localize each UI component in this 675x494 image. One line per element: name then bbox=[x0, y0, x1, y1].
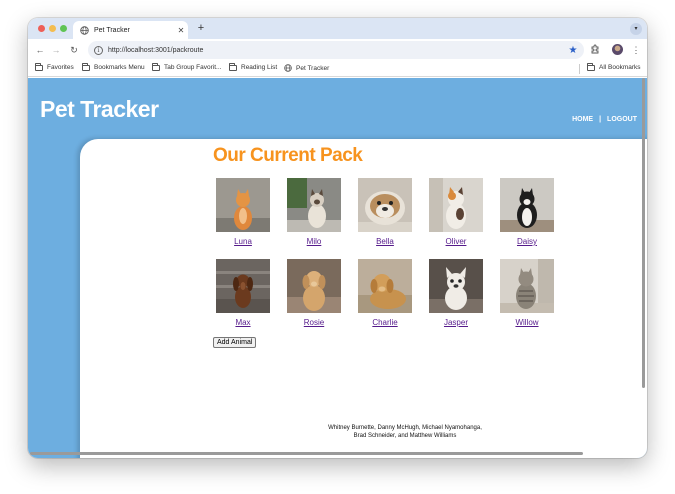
bookmark-label: Tab Group Favorit... bbox=[164, 64, 222, 71]
bookmark-all-bookmarks[interactable]: All Bookmarks bbox=[587, 62, 641, 71]
pet-card: Jasper bbox=[429, 259, 483, 327]
tuxedo-cat-photo[interactable] bbox=[500, 178, 554, 232]
bookmark-label: Reading List bbox=[241, 64, 278, 71]
profile-avatar-icon[interactable] bbox=[612, 44, 623, 55]
pet-link-rosie[interactable]: Rosie bbox=[287, 318, 341, 327]
browser-window: Pet Tracker ✕ + ▾ ← → ↻ i http://localho… bbox=[28, 18, 647, 458]
reload-icon[interactable]: ↻ bbox=[68, 44, 80, 56]
nav-home-link[interactable]: HOME bbox=[572, 116, 593, 123]
pet-card: Milo bbox=[287, 178, 341, 246]
more-menu-icon[interactable]: ⋮ bbox=[630, 44, 642, 56]
page-title: Our Current Pack bbox=[213, 145, 363, 166]
close-tab-icon[interactable]: ✕ bbox=[174, 26, 188, 35]
bookmark-label: Bookmarks Menu bbox=[94, 64, 145, 71]
top-nav: HOME | LOGOUT bbox=[572, 116, 637, 123]
tab-strip: Pet Tracker ✕ + ▾ bbox=[28, 18, 647, 39]
folder-icon bbox=[82, 62, 90, 71]
pet-card: Charlie bbox=[358, 259, 412, 327]
siamese-cat-photo[interactable] bbox=[287, 178, 341, 232]
bookmark-reading-list[interactable]: Reading List bbox=[229, 62, 278, 71]
pet-card: Rosie bbox=[287, 259, 341, 327]
address-bar[interactable]: i http://localhost:3001/packroute ★ bbox=[88, 41, 584, 59]
bookmark-label: Favorites bbox=[47, 64, 74, 71]
pet-link-charlie[interactable]: Charlie bbox=[358, 318, 412, 327]
footer-credits: Whitney Burnette, Danny McHugh, Michael … bbox=[280, 424, 530, 440]
bookmark-favorites[interactable]: Favorites bbox=[35, 62, 74, 71]
url-text[interactable]: http://localhost:3001/packroute bbox=[108, 47, 566, 54]
footer-line-1: Whitney Burnette, Danny McHugh, Michael … bbox=[328, 425, 482, 431]
browser-toolbar: ← → ↻ i http://localhost:3001/packroute … bbox=[28, 39, 647, 61]
calico-cat-photo[interactable] bbox=[429, 178, 483, 232]
pet-card: Max bbox=[216, 259, 270, 327]
golden-retriever-photo[interactable] bbox=[287, 259, 341, 313]
main-content: Our Current Pack Luna Milo Bella Oliver … bbox=[80, 139, 647, 458]
bookmarks-divider bbox=[579, 64, 580, 74]
tab-title: Pet Tracker bbox=[94, 26, 130, 34]
pet-card: Willow bbox=[500, 259, 554, 327]
bookmark-star-icon[interactable]: ★ bbox=[566, 45, 580, 56]
bookmark-label: Pet Tracker bbox=[296, 64, 330, 72]
globe-icon bbox=[80, 25, 89, 35]
site-info-icon[interactable]: i bbox=[94, 45, 103, 55]
tab-pet-tracker[interactable]: Pet Tracker ✕ bbox=[73, 21, 188, 39]
page-viewport: Pet Tracker HOME | LOGOUT Our Current Pa… bbox=[28, 78, 647, 458]
pet-link-willow[interactable]: Willow bbox=[500, 318, 554, 327]
pet-card: Oliver bbox=[429, 178, 483, 246]
pet-link-jasper[interactable]: Jasper bbox=[429, 318, 483, 327]
tabby-cat-photo[interactable] bbox=[500, 259, 554, 313]
pet-link-max[interactable]: Max bbox=[216, 318, 270, 327]
close-window-button[interactable] bbox=[38, 25, 45, 32]
tab-search-chevron-icon[interactable]: ▾ bbox=[630, 23, 642, 35]
bookmark-label: All Bookmarks bbox=[599, 64, 641, 71]
bookmark-tab-group-favorites[interactable]: Tab Group Favorit... bbox=[152, 62, 222, 71]
forward-arrow-icon[interactable]: → bbox=[50, 44, 62, 56]
folder-icon bbox=[587, 62, 595, 71]
pet-card: Luna bbox=[216, 178, 270, 246]
maximize-window-button[interactable] bbox=[60, 25, 67, 32]
folder-icon bbox=[35, 62, 43, 71]
minimize-window-button[interactable] bbox=[49, 25, 56, 32]
pet-link-luna[interactable]: Luna bbox=[216, 237, 270, 246]
bookmark-bookmarks-menu[interactable]: Bookmarks Menu bbox=[82, 62, 145, 71]
horizontal-scrollbar[interactable] bbox=[30, 452, 583, 455]
new-tab-button[interactable]: + bbox=[194, 21, 208, 35]
english-bulldog-photo[interactable] bbox=[358, 178, 412, 232]
french-bulldog-photo[interactable] bbox=[429, 259, 483, 313]
folder-icon bbox=[229, 62, 237, 71]
nav-logout-link[interactable]: LOGOUT bbox=[607, 116, 637, 123]
bookmark-pet-tracker[interactable]: Pet Tracker bbox=[284, 64, 329, 72]
globe-icon bbox=[284, 64, 292, 72]
orange-tabby-cat-photo[interactable] bbox=[216, 178, 270, 232]
nav-separator: | bbox=[599, 116, 602, 123]
pet-link-oliver[interactable]: Oliver bbox=[429, 237, 483, 246]
folder-icon bbox=[152, 62, 160, 71]
extensions-puzzle-icon[interactable] bbox=[589, 44, 601, 56]
pet-card: Bella bbox=[358, 178, 412, 246]
vertical-scrollbar[interactable] bbox=[642, 78, 645, 388]
bookmarks-bar: Favorites Bookmarks Menu Tab Group Favor… bbox=[28, 61, 647, 77]
golden-retriever-lying-photo[interactable] bbox=[358, 259, 412, 313]
site-title: Pet Tracker bbox=[40, 96, 159, 122]
dachshund-photo[interactable] bbox=[216, 259, 270, 313]
pet-link-bella[interactable]: Bella bbox=[358, 237, 412, 246]
footer-line-2: Brad Schneider, and Matthew Williams bbox=[353, 433, 457, 439]
pet-card: Daisy bbox=[500, 178, 554, 246]
pet-link-daisy[interactable]: Daisy bbox=[500, 237, 554, 246]
add-animal-button[interactable]: Add Animal bbox=[213, 337, 257, 348]
pet-link-milo[interactable]: Milo bbox=[287, 237, 341, 246]
back-arrow-icon[interactable]: ← bbox=[34, 44, 46, 56]
